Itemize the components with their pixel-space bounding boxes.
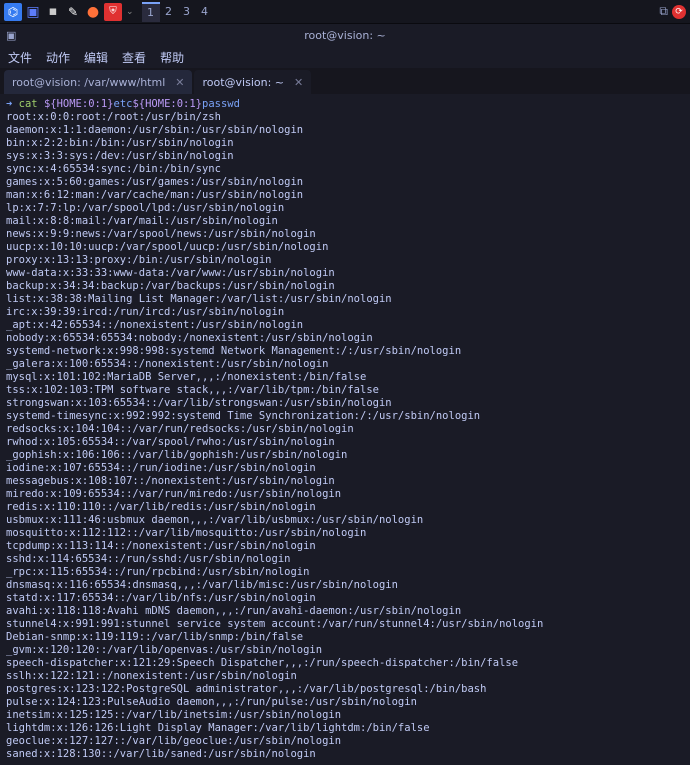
terminal-lines: root:x:0:0:root:/root:/usr/bin/zsh daemo… [6, 111, 684, 761]
tab-label: root@vision: /var/www/html [12, 76, 165, 89]
tab-bar: root@vision: /var/www/html ✕ root@vision… [0, 68, 690, 94]
workspace-2[interactable]: 2 [160, 2, 178, 22]
prompt-var2: ${HOME:0:1} [132, 98, 202, 110]
prompt-cmd: cat [19, 98, 38, 110]
window-title: root@vision: ~ [304, 29, 386, 42]
terminal-tab-1[interactable]: root@vision: ~ ✕ [194, 70, 311, 94]
workspace-switcher: 1 2 3 4 [142, 2, 214, 22]
window-list-icon[interactable]: ⧉ [659, 4, 668, 19]
workspace-3[interactable]: 3 [178, 2, 196, 22]
expand-icon[interactable]: ⌄ [124, 7, 134, 17]
update-icon[interactable]: ⟳ [672, 5, 686, 19]
workspace-1[interactable]: 1 [142, 2, 160, 22]
terminal-tab-0[interactable]: root@vision: /var/www/html ✕ [4, 70, 192, 94]
editor-icon[interactable]: ✎ [64, 3, 82, 21]
menu-file[interactable]: 文件 [8, 49, 32, 66]
security-icon[interactable]: ⛨ [104, 3, 122, 21]
prompt-file: passwd [202, 98, 240, 110]
menu-view[interactable]: 查看 [122, 49, 146, 66]
firefox-icon[interactable]: ● [84, 3, 102, 21]
prompt-var1: ${HOME:0:1} [44, 98, 114, 110]
kali-menu-icon[interactable]: ⌬ [4, 3, 22, 21]
workspace-4[interactable]: 4 [196, 2, 214, 22]
file-manager-icon[interactable]: ▣ [24, 3, 42, 21]
prompt-mid: etc [114, 98, 133, 110]
menu-help[interactable]: 帮助 [160, 49, 184, 66]
close-icon[interactable]: ✕ [294, 76, 303, 89]
terminal-output[interactable]: ➜ cat ${HOME:0:1}etc${HOME:0:1}passwd ro… [0, 94, 690, 765]
taskbar: ⌬ ▣ ▪ ✎ ● ⛨ ⌄ 1 2 3 4 ⧉ ⟳ [0, 0, 690, 24]
window-menu-icon[interactable]: ▣ [6, 29, 16, 42]
terminal-icon[interactable]: ▪ [44, 3, 62, 21]
menubar: 文件 动作 编辑 查看 帮助 [0, 46, 690, 68]
close-icon[interactable]: ✕ [175, 76, 184, 89]
window-titlebar: ▣ root@vision: ~ [0, 24, 690, 46]
tab-label: root@vision: ~ [202, 76, 284, 89]
menu-edit[interactable]: 编辑 [84, 49, 108, 66]
prompt-arrow: ➜ [6, 98, 12, 110]
system-tray: ⧉ ⟳ [659, 4, 686, 19]
menu-actions[interactable]: 动作 [46, 49, 70, 66]
